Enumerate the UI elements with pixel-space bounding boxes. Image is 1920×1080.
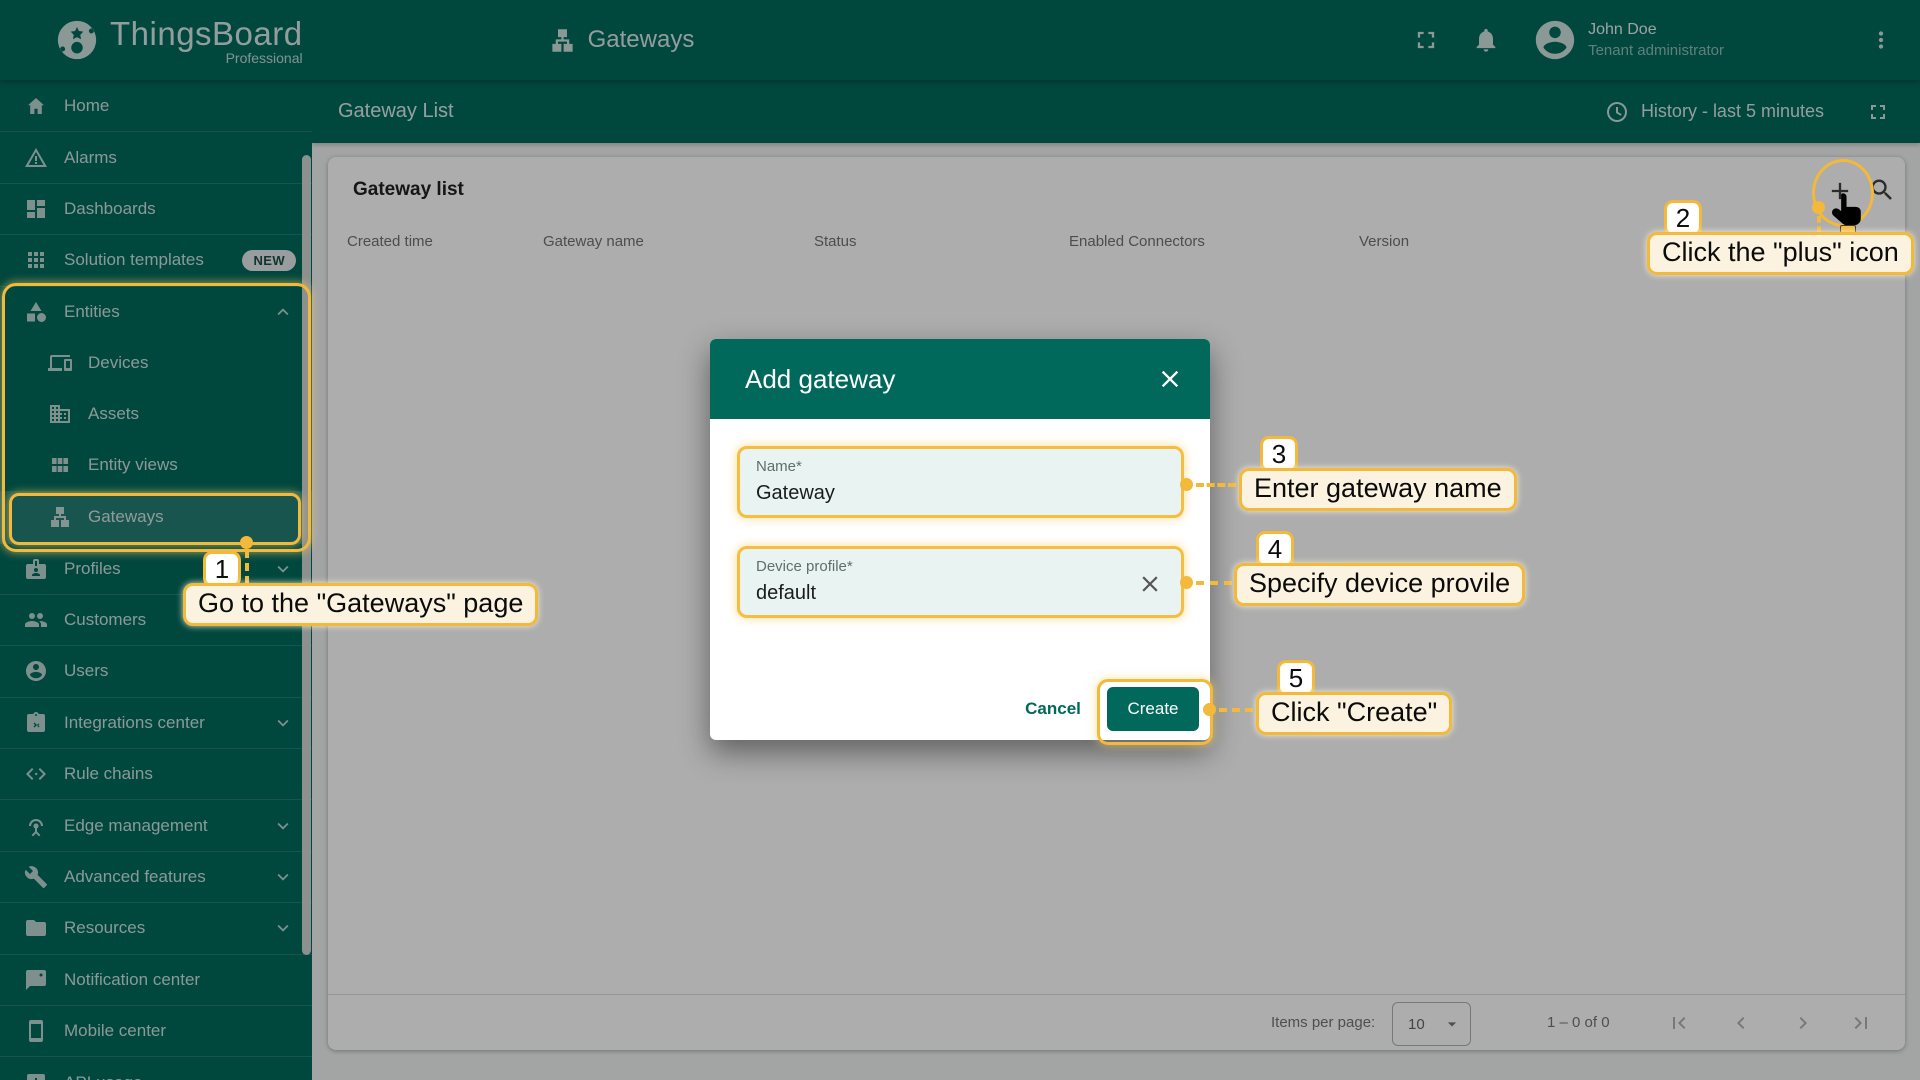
annotation-step-badge: 3	[1260, 436, 1298, 472]
close-icon[interactable]	[1156, 365, 1184, 393]
annotation-connector	[1196, 581, 1232, 585]
profile-field-value: default	[756, 582, 1165, 605]
name-field-value: Gateway	[756, 482, 1165, 505]
annotation-label: Click "Create"	[1256, 692, 1452, 735]
dialog-title: Add gateway	[745, 364, 895, 395]
device-profile-field[interactable]: Device profile* default	[737, 546, 1184, 618]
thingsboard-app: ThingsBoard Professional Gateways John D…	[0, 0, 1920, 1080]
create-button[interactable]: Create	[1107, 687, 1199, 731]
name-field-label: Name*	[756, 458, 1165, 475]
add-gateway-dialog: Add gateway Name* Gateway Device profile…	[710, 339, 1210, 740]
gateway-name-field[interactable]: Name* Gateway	[737, 446, 1184, 518]
annotation-connector	[245, 550, 249, 584]
annotation-step-badge: 4	[1256, 531, 1294, 567]
annotation-anchor-dot	[1812, 201, 1825, 214]
annotation-label: Click the "plus" icon	[1647, 232, 1914, 275]
annotation-label: Enter gateway name	[1239, 468, 1517, 511]
annotation-step-badge: 5	[1277, 660, 1315, 696]
annotation-anchor-dot	[240, 536, 253, 549]
annotation-connector	[1219, 708, 1253, 712]
annotation-connector	[1196, 483, 1236, 487]
annotation-connector	[1817, 216, 1821, 233]
profile-field-label: Device profile*	[756, 558, 1165, 575]
clear-icon[interactable]	[1137, 571, 1163, 597]
annotation-label: Go to the "Gateways" page	[183, 583, 538, 626]
annotation-step-badge: 2	[1664, 200, 1702, 236]
annotation-anchor-dot	[1180, 576, 1193, 589]
annotation-anchor-dot	[1203, 703, 1216, 716]
cancel-button[interactable]: Cancel	[1015, 691, 1091, 727]
annotation-anchor-dot	[1180, 478, 1193, 491]
annotation-step-badge: 1	[203, 551, 241, 587]
annotation-label: Specify device provile	[1234, 563, 1525, 606]
dialog-header: Add gateway	[710, 339, 1210, 419]
